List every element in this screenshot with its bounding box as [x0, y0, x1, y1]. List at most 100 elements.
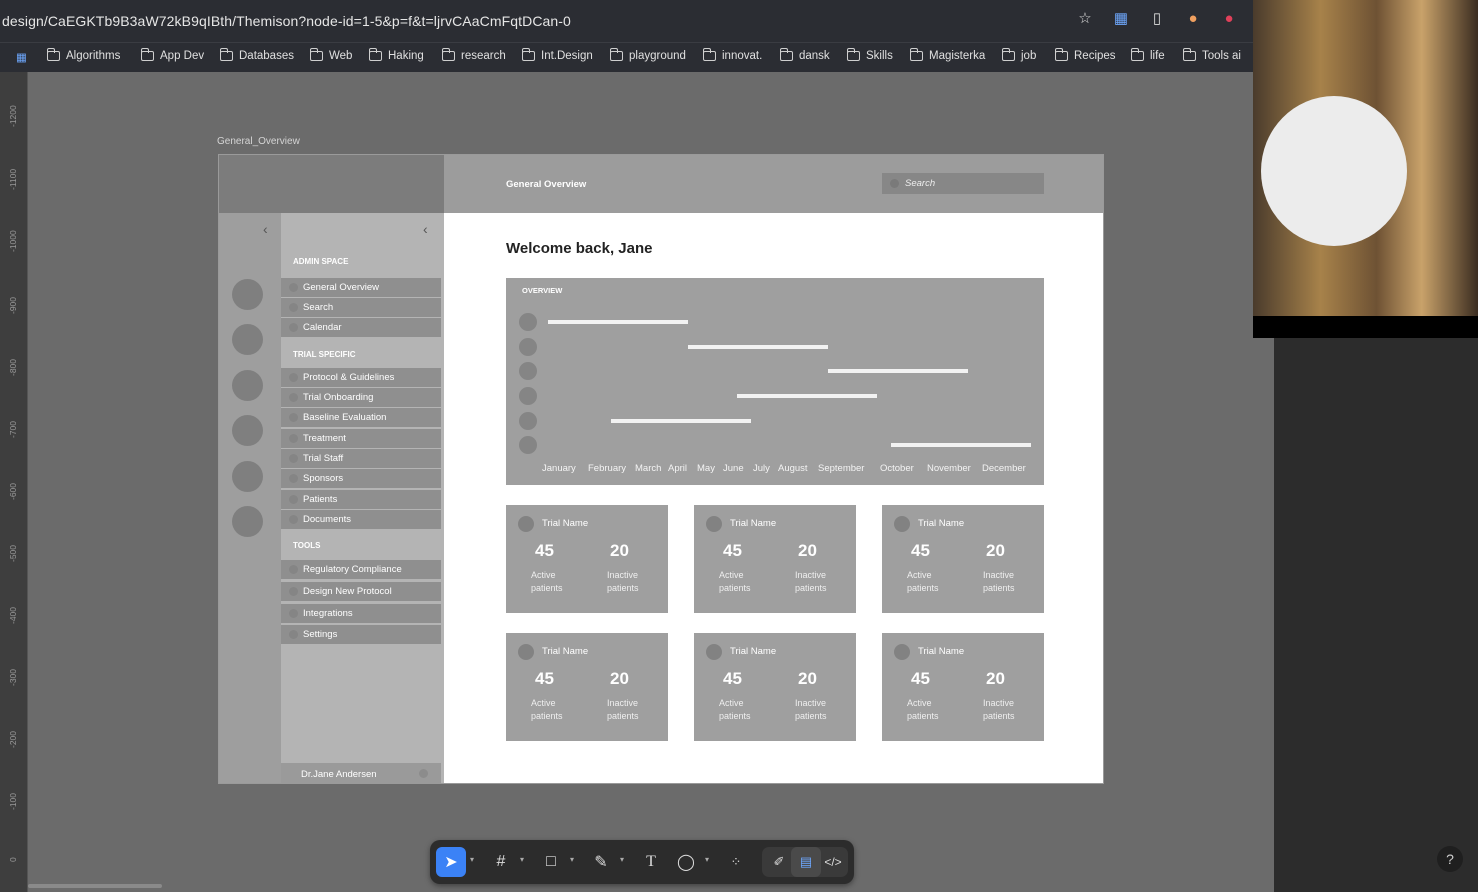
bookmark-item[interactable]: job [1002, 48, 1036, 62]
search-placeholder: Search [905, 178, 936, 189]
sidebar-item[interactable]: Settings [281, 625, 441, 644]
bookmark-item[interactable]: Recipes [1055, 48, 1116, 62]
item-icon [289, 565, 298, 574]
folder-icon [47, 48, 60, 61]
folder-icon [1183, 48, 1196, 61]
avatar[interactable] [232, 279, 263, 310]
folder-icon [1002, 48, 1015, 61]
active-count: 45 [535, 669, 554, 688]
month-label: September [818, 463, 864, 474]
inactive-label: Inactive patients [795, 570, 827, 593]
avatar[interactable] [232, 370, 263, 401]
item-icon [289, 495, 298, 504]
chevron-down-icon[interactable]: ▾ [705, 855, 709, 864]
bookmark-item[interactable]: Web [310, 48, 352, 62]
chevron-down-icon[interactable]: ▾ [620, 855, 624, 864]
profile-icon[interactable]: ● [1221, 11, 1237, 27]
month-label: December [982, 463, 1026, 474]
chevron-left-icon[interactable]: ‹ [423, 221, 428, 237]
avatar[interactable] [232, 324, 263, 355]
timeline-bar [828, 369, 968, 373]
chevron-down-icon[interactable]: ▾ [520, 855, 524, 864]
star-icon[interactable]: ☆ [1077, 11, 1093, 27]
user-profile[interactable]: Dr.Jane Andersen [281, 763, 441, 783]
trial-card[interactable]: Trial Name 45 20 Active patients Inactive… [506, 633, 668, 741]
dev-mode-icon[interactable]: </> [818, 847, 848, 877]
sidebar-item-label: Calendar [303, 322, 342, 333]
text-tool-icon[interactable]: T [636, 847, 666, 877]
sidebar-item-label: Protocol & Guidelines [303, 372, 395, 383]
sidebar-item[interactable]: Trial Staff [281, 449, 441, 468]
sidebar-item[interactable]: Treatment [281, 429, 441, 448]
chevron-down-icon[interactable]: ▾ [570, 855, 574, 864]
bookmark-item[interactable]: Databases [220, 48, 294, 62]
url-text[interactable]: design/CaEGKTb9B3aW72kB9qIBth/Themison?n… [2, 13, 571, 29]
avatar[interactable] [232, 506, 263, 537]
sidebar-item[interactable]: General Overview [281, 278, 441, 297]
sidebar-item[interactable]: Sponsors [281, 469, 441, 488]
bookmark-item[interactable]: innovat. [703, 48, 762, 62]
bookmark-item[interactable]: Magisterka [910, 48, 985, 62]
trial-card[interactable]: Trial Name 45 20 Active patients Inactive… [882, 505, 1044, 613]
sidebar-item[interactable]: Integrations [281, 604, 441, 623]
trial-card[interactable]: Trial Name 45 20 Active patients Inactive… [694, 633, 856, 741]
sidebar-item[interactable]: Documents [281, 510, 441, 529]
trial-card[interactable]: Trial Name 45 20 Active patients Inactive… [694, 505, 856, 613]
item-icon [289, 413, 298, 422]
chevron-left-icon[interactable]: ‹ [263, 221, 268, 237]
pen-tool-icon[interactable]: ✎ [586, 847, 616, 877]
translate-icon[interactable]: ▦ [1113, 11, 1129, 27]
bookmark-item[interactable]: Skills [847, 48, 893, 62]
ruler-tick: -400 [8, 606, 18, 624]
sidebar-section-title: TRIAL SPECIFIC [293, 350, 356, 359]
sidebar-item[interactable]: Search [281, 298, 441, 317]
rectangle-tool-icon[interactable]: □ [536, 847, 566, 877]
bookmark-item[interactable]: life [1131, 48, 1165, 62]
trial-card[interactable]: Trial Name 45 20 Active patients Inactive… [882, 633, 1044, 741]
avatar[interactable] [232, 415, 263, 446]
bookmark-item[interactable]: dansk [780, 48, 830, 62]
sidebar-item[interactable]: Patients [281, 490, 441, 509]
bookmark-item[interactable]: Algorithms [47, 48, 120, 62]
trial-card[interactable]: Trial Name 45 20 Active patients Inactive… [506, 505, 668, 613]
comment-tool-icon[interactable]: ◯ [671, 847, 701, 877]
trial-icon [706, 516, 722, 532]
item-icon [289, 587, 298, 596]
timeline-row-dot [519, 362, 537, 380]
help-button[interactable]: ? [1437, 846, 1463, 872]
bookmark-item[interactable]: Haking [369, 48, 424, 62]
user-avatar [419, 769, 428, 778]
reader-icon[interactable]: ▯ [1149, 11, 1165, 27]
item-icon [289, 373, 298, 382]
chevron-down-icon[interactable]: ▾ [470, 855, 474, 864]
ruler-tick: -100 [8, 792, 18, 810]
sidebar-item[interactable]: Protocol & Guidelines [281, 368, 441, 387]
horizontal-scrollbar[interactable] [28, 884, 162, 888]
sidebar-item[interactable]: Design New Protocol [281, 582, 441, 601]
avatar[interactable] [232, 461, 263, 492]
inactive-count: 20 [798, 541, 817, 560]
sidebar-item[interactable]: Regulatory Compliance [281, 560, 441, 579]
search-input[interactable]: Search [882, 173, 1044, 194]
components-icon[interactable]: ⁘ [721, 847, 751, 877]
translate-bookmark-icon[interactable]: ▦ [16, 50, 27, 64]
welcome-heading: Welcome back, Jane [506, 240, 653, 257]
sidebar-item-label: Documents [303, 514, 352, 525]
frame-tool-icon[interactable]: # [486, 847, 516, 877]
move-tool-icon[interactable]: ➤ [436, 847, 466, 877]
bookmark-item[interactable]: research [442, 48, 506, 62]
bookmark-item[interactable]: Tools ai [1183, 48, 1241, 62]
sidebar-item[interactable]: Trial Onboarding [281, 388, 441, 407]
active-count: 45 [535, 541, 554, 560]
bookmark-item[interactable]: Int.Design [522, 48, 593, 62]
sidebar-item[interactable]: Baseline Evaluation [281, 408, 441, 427]
extension-icon[interactable]: ● [1185, 11, 1201, 27]
sidebar-item[interactable]: Calendar [281, 318, 441, 337]
bookmark-item[interactable]: playground [610, 48, 686, 62]
design-frame[interactable]: General Overview Search ‹ ‹ ADMIN SPACE … [218, 154, 1104, 784]
design-mode-icon[interactable]: ▤ [791, 847, 821, 877]
draw-mode-icon[interactable]: ✐ [764, 847, 794, 877]
folder-icon [780, 48, 793, 61]
frame-label[interactable]: General_Overview [217, 136, 300, 147]
bookmark-item[interactable]: App Dev [141, 48, 204, 62]
